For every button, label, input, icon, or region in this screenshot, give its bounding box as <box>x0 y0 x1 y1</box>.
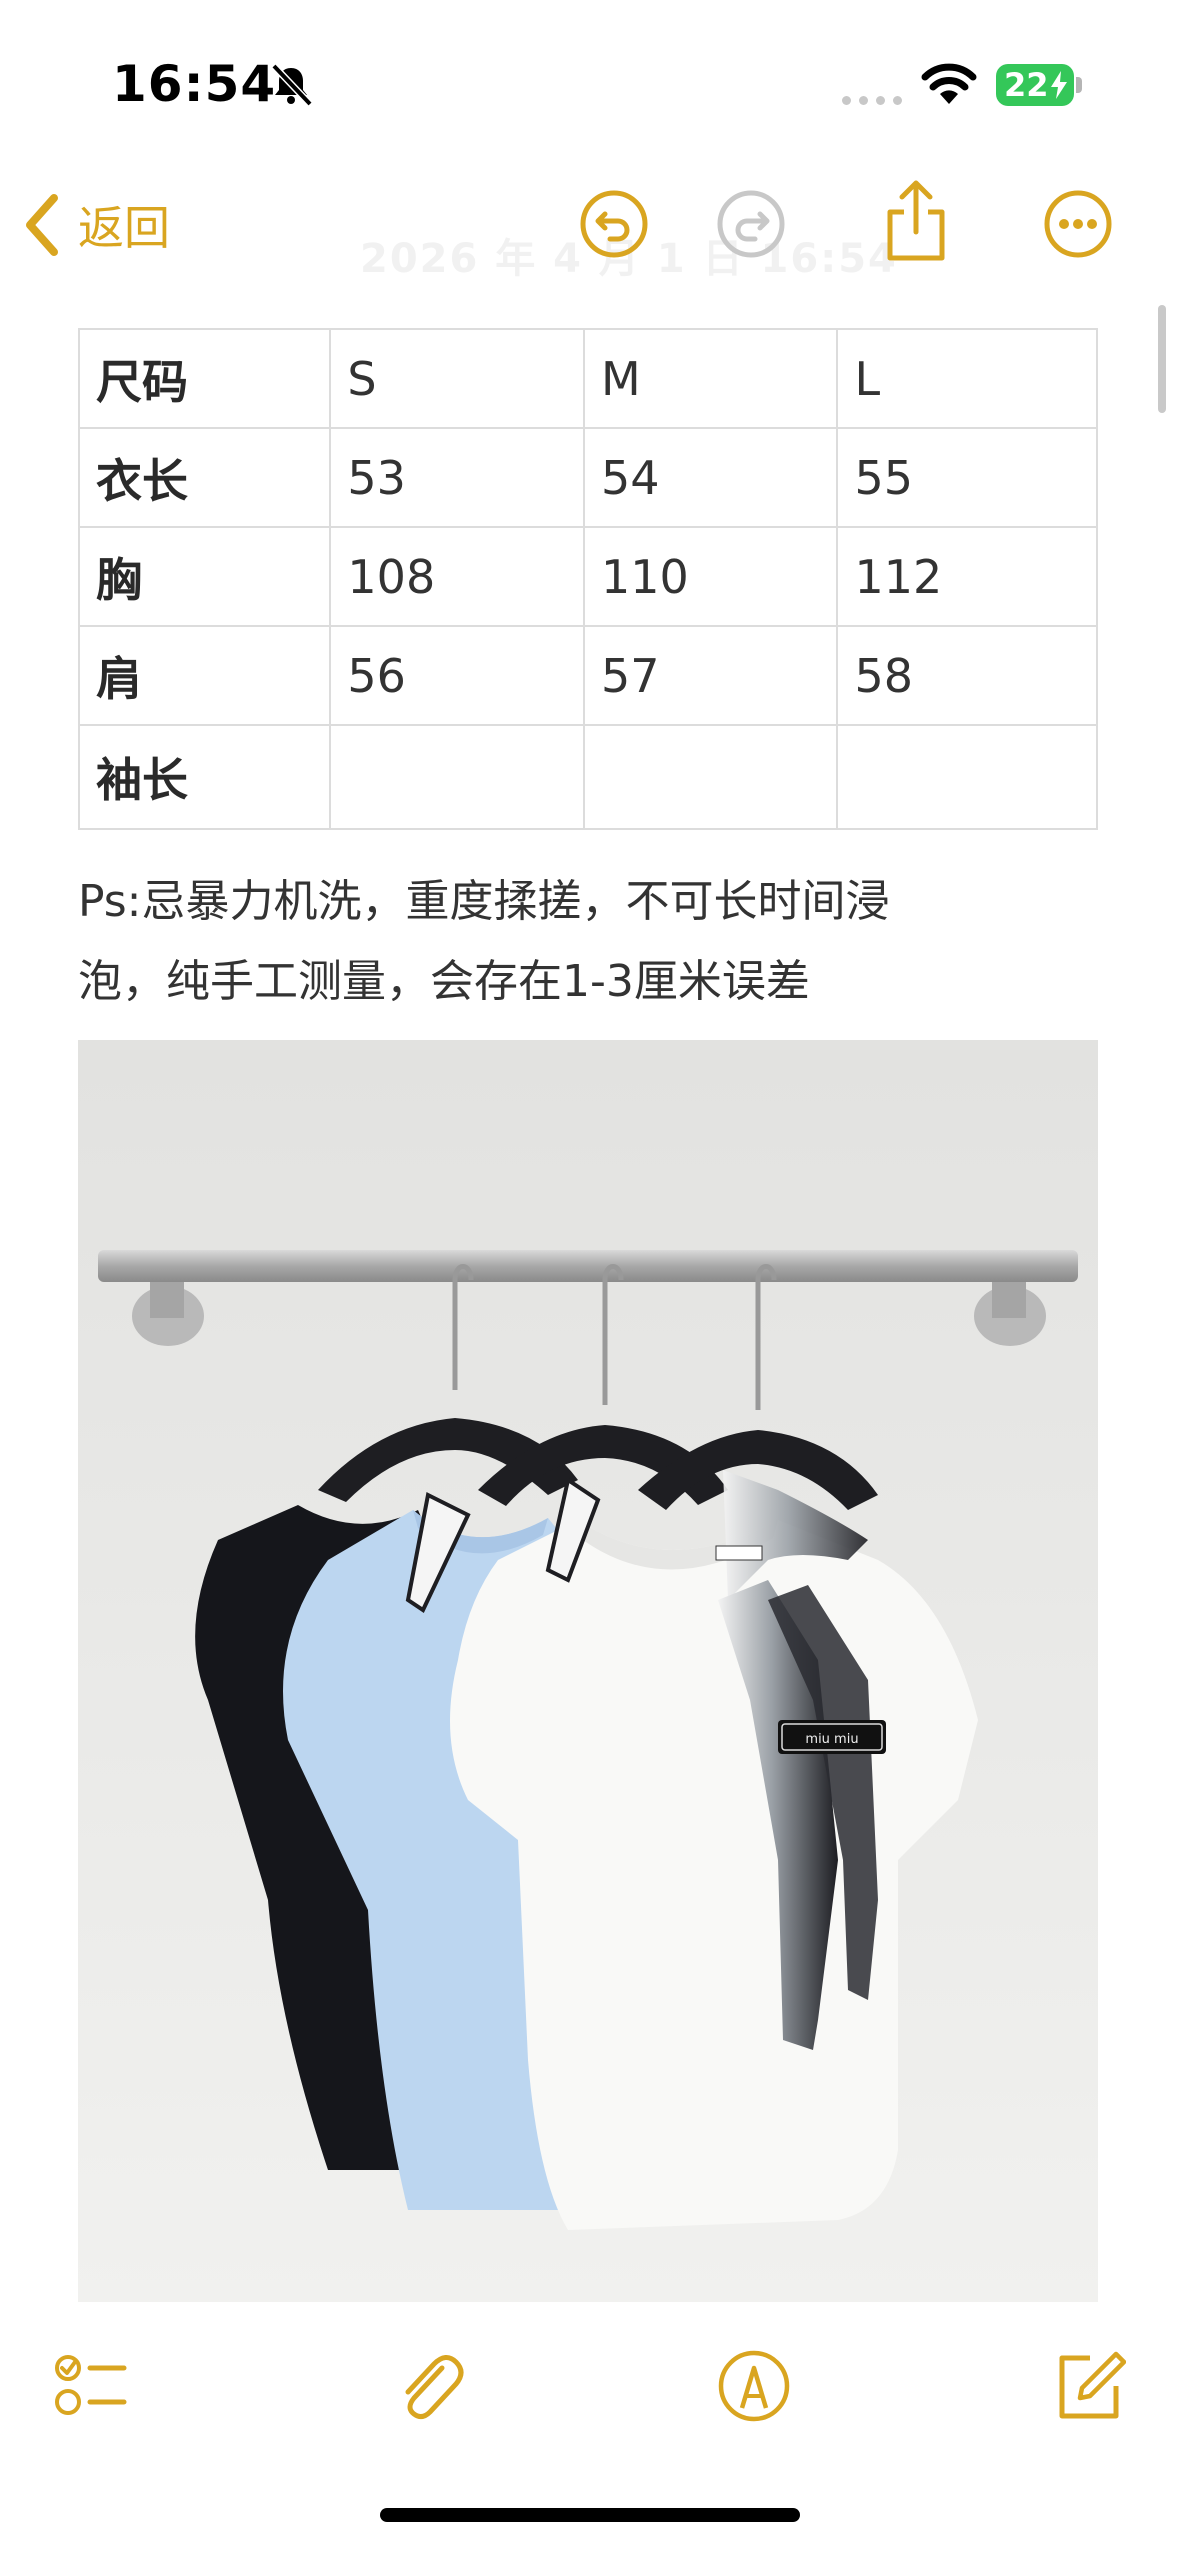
home-indicator[interactable] <box>380 2508 800 2522</box>
table-cell[interactable]: 袖长 <box>77 724 332 830</box>
charging-bolt-icon <box>1051 71 1067 99</box>
clothing-rail <box>98 1250 1078 1282</box>
more-icon[interactable] <box>1042 188 1114 260</box>
table-cell[interactable] <box>582 724 839 830</box>
table-cell[interactable] <box>329 724 585 830</box>
back-button[interactable]: 返回 <box>22 192 170 258</box>
bell-slash-icon <box>271 63 313 107</box>
note-line: Ps:忌暴力机洗，重度揉搓，不可长时间浸 <box>78 876 890 927</box>
table-cell[interactable]: 112 <box>836 526 1098 627</box>
share-icon[interactable] <box>880 178 952 264</box>
table-row: 衣长 53 54 55 <box>77 427 1098 528</box>
note-line: 泡，纯手工测量，会存在1-3厘米误差 <box>78 956 810 1007</box>
table-row: 胸 108 110 112 <box>77 526 1098 627</box>
table-row: 袖长 <box>77 724 1098 830</box>
size-table: 尺码 S M L 衣长 53 54 55 胸 108 110 112 肩 56 … <box>77 328 1098 830</box>
compose-icon[interactable] <box>1050 2348 1126 2424</box>
product-photo[interactable]: miu miu <box>78 1040 1098 2302</box>
table-cell[interactable]: 肩 <box>77 625 332 726</box>
chevron-left-icon <box>26 194 58 256</box>
battery-level: 22 <box>1004 66 1049 104</box>
undo-icon[interactable] <box>578 188 650 260</box>
paperclip-icon[interactable] <box>390 2348 466 2424</box>
table-cell[interactable]: 53 <box>329 427 585 528</box>
bottom-toolbar <box>0 2330 1179 2450</box>
status-time: 16:54 <box>112 55 277 113</box>
table-cell[interactable]: L <box>836 328 1098 429</box>
table-cell[interactable]: 尺码 <box>77 328 332 429</box>
table-cell[interactable]: 54 <box>582 427 839 528</box>
nav-bar: 2026 年 4 月 1 日 16:54 返回 <box>0 170 1179 310</box>
table-cell[interactable]: 57 <box>582 625 839 726</box>
table-cell[interactable]: S <box>329 328 585 429</box>
table-cell[interactable]: 58 <box>836 625 1098 726</box>
table-header-row: 尺码 S M L <box>77 328 1098 429</box>
table-cell[interactable]: 衣长 <box>77 427 332 528</box>
cellular-signal-icon <box>842 96 902 105</box>
table-cell[interactable]: 110 <box>582 526 839 627</box>
back-label: 返回 <box>78 201 170 255</box>
table-cell[interactable]: 55 <box>836 427 1098 528</box>
brand-patch-text: miu miu <box>805 1732 858 1747</box>
markup-pen-icon[interactable] <box>716 2348 792 2424</box>
battery-icon: 22 <box>996 64 1074 106</box>
table-row: 肩 56 57 58 <box>77 625 1098 726</box>
note-text[interactable]: Ps:忌暴力机洗，重度揉搓，不可长时间浸 泡，纯手工测量，会存在1-3厘米误差 <box>78 862 1108 1022</box>
wifi-icon <box>921 63 977 104</box>
table-cell[interactable] <box>836 724 1098 830</box>
table-cell[interactable]: M <box>582 328 839 429</box>
redo-icon[interactable] <box>715 188 787 260</box>
checklist-icon[interactable] <box>52 2348 128 2424</box>
table-cell[interactable]: 胸 <box>77 526 332 627</box>
battery-cap <box>1076 77 1082 93</box>
scrollbar-thumb[interactable] <box>1158 305 1166 413</box>
photo-illustration: miu miu <box>78 1040 1098 2302</box>
status-bar: 16:54 22 <box>0 0 1179 170</box>
table-cell[interactable]: 108 <box>329 526 585 627</box>
table-cell[interactable]: 56 <box>329 625 585 726</box>
